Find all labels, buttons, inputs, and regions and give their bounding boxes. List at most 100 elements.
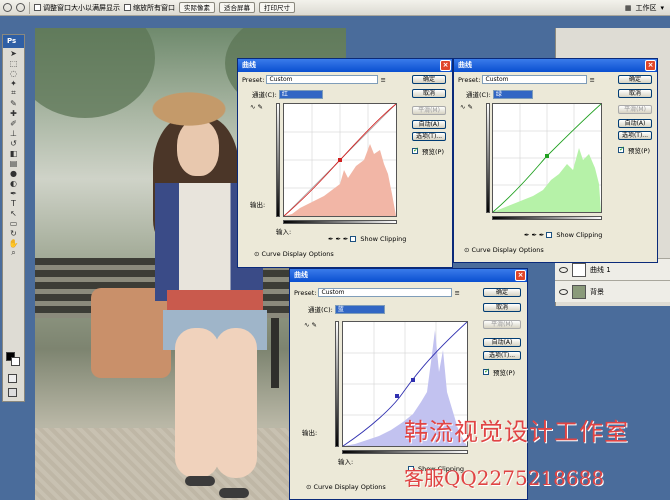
eye-icon[interactable] [559,288,568,295]
dialog-titlebar[interactable]: 曲线 × [454,59,657,72]
close-icon[interactable]: × [515,270,526,281]
dodge-tool-icon[interactable]: ◐ [3,178,24,188]
curve-edit-icon[interactable]: ∿ [304,321,309,329]
magic-wand-icon[interactable]: ✦ [3,78,24,88]
gradient-tool-icon[interactable]: ▤ [3,158,24,168]
curve-point[interactable] [545,154,549,158]
dialog-title: 曲线 [242,61,256,69]
pencil-icon[interactable]: ✎ [311,321,316,329]
resize-windows-checkbox[interactable]: 调整窗口大小以满屏显示 [34,3,120,13]
smooth-button[interactable]: 平滑(M) [412,106,446,115]
white-eyedropper-icon[interactable]: ✒ [539,231,544,239]
zoom-out-icon[interactable] [16,3,25,12]
dialog-titlebar[interactable]: 曲线 × [238,59,452,72]
preview-checkbox[interactable] [618,145,625,153]
blur-tool-icon[interactable]: ● [3,168,24,178]
auto-button[interactable]: 自动(A) [412,120,446,129]
history-brush-icon[interactable]: ↺ [3,138,24,148]
smooth-button[interactable]: 平滑(M) [618,105,652,114]
actual-pixels-button[interactable]: 实际像素 [179,2,215,13]
pencil-icon[interactable]: ✎ [467,103,472,111]
lasso-tool-icon[interactable]: ◌ [3,68,24,78]
type-tool-icon[interactable]: T [3,198,24,208]
preset-options-icon[interactable]: ≡ [380,76,385,84]
pen-tool-icon[interactable]: ✒ [3,188,24,198]
smooth-button[interactable]: 平滑(M) [483,320,521,329]
3d-rotate-icon[interactable]: ↻ [3,228,24,238]
dialog-titlebar[interactable]: 曲线 × [290,269,527,282]
white-eyedropper-icon[interactable]: ✒ [343,235,348,243]
zoom-all-checkbox[interactable]: 缩放所有窗口 [124,3,175,13]
preview-checkbox[interactable] [483,367,490,375]
marquee-tool-icon[interactable]: ⬚ [3,58,24,68]
options-button[interactable]: 选项(T)... [412,132,446,141]
display-options-label: Curve Display Options [313,483,386,491]
curve-graph[interactable] [283,103,397,217]
curve-point[interactable] [411,378,415,382]
expand-icon[interactable]: ⊙ [306,483,311,491]
brush-panel-icon[interactable]: ▦ [625,4,632,12]
expand-icon[interactable]: ⊙ [464,246,469,254]
curve-edit-icon[interactable]: ∿ [460,103,465,111]
preview-checkbox[interactable] [412,146,419,154]
gray-eyedropper-icon[interactable]: ✒ [335,235,340,243]
curve-graph[interactable] [492,103,602,213]
gray-eyedropper-icon[interactable]: ✒ [531,231,536,239]
input-label: 输入: [276,228,292,236]
workspace-menu[interactable]: 工作区 [635,3,656,13]
channel-select[interactable]: 蓝 [334,304,385,314]
curve-point[interactable] [338,158,342,162]
screen-mode-icon[interactable] [8,388,17,397]
black-eyedropper-icon[interactable]: ✒ [524,231,529,239]
preset-select[interactable]: Custom [482,75,588,84]
input-gradient [492,216,602,220]
layer-row-background[interactable]: 背景 [555,280,670,302]
preset-options-icon[interactable]: ≡ [589,76,594,84]
channel-select[interactable]: 红 [278,89,323,99]
path-select-icon[interactable]: ↖ [3,208,24,218]
healing-brush-icon[interactable]: ✚ [3,108,24,118]
ok-button[interactable]: 确定 [483,288,521,297]
curve-graph-svg [492,103,602,213]
channel-select[interactable]: 绿 [492,89,533,99]
auto-button[interactable]: 自动(A) [618,119,652,128]
close-icon[interactable]: × [645,60,656,71]
zoom-in-icon[interactable] [3,3,12,12]
stamp-tool-icon[interactable]: ⊥ [3,128,24,138]
eraser-tool-icon[interactable]: ◧ [3,148,24,158]
ok-button[interactable]: 确定 [412,75,446,84]
show-clipping-checkbox[interactable] [546,232,553,238]
close-icon[interactable]: × [440,60,451,71]
channel-label: 通道(C): [252,91,277,99]
eye-icon[interactable] [559,266,568,273]
auto-button[interactable]: 自动(A) [483,338,521,347]
crop-tool-icon[interactable]: ⌗ [3,88,24,98]
pencil-icon[interactable]: ✎ [257,103,262,111]
eyedropper-tool-icon[interactable]: ✎ [3,98,24,108]
fit-screen-button[interactable]: 适合屏幕 [219,2,255,13]
curve-edit-icon[interactable]: ∿ [250,103,255,111]
ok-button[interactable]: 确定 [618,75,652,84]
options-button[interactable]: 选项(T)... [618,131,652,140]
options-button[interactable]: 选项(T)... [483,351,521,360]
quick-mask-icon[interactable] [8,374,17,383]
cancel-button[interactable]: 取消 [412,89,446,98]
preset-select[interactable]: Custom [318,288,453,297]
brush-tool-icon[interactable]: ✐ [3,118,24,128]
move-tool-icon[interactable]: ➤ [3,48,24,58]
channel-label: 通道(C): [466,91,491,99]
sandal [185,476,215,486]
show-clipping-checkbox[interactable] [350,236,357,242]
hand-tool-icon[interactable]: ✋ [3,238,24,248]
preset-select[interactable]: Custom [266,75,379,84]
expand-icon[interactable]: ⊙ [254,250,259,258]
print-size-button[interactable]: 打印尺寸 [259,2,295,13]
cancel-button[interactable]: 取消 [618,89,652,98]
preset-options-icon[interactable]: ≡ [454,289,459,297]
shape-tool-icon[interactable]: ▭ [3,218,24,228]
background-color-swatch[interactable] [11,357,20,366]
black-eyedropper-icon[interactable]: ✒ [328,235,333,243]
cancel-button[interactable]: 取消 [483,303,521,312]
curve-point[interactable] [395,394,399,398]
zoom-tool-icon[interactable]: ⌕ [3,248,24,258]
